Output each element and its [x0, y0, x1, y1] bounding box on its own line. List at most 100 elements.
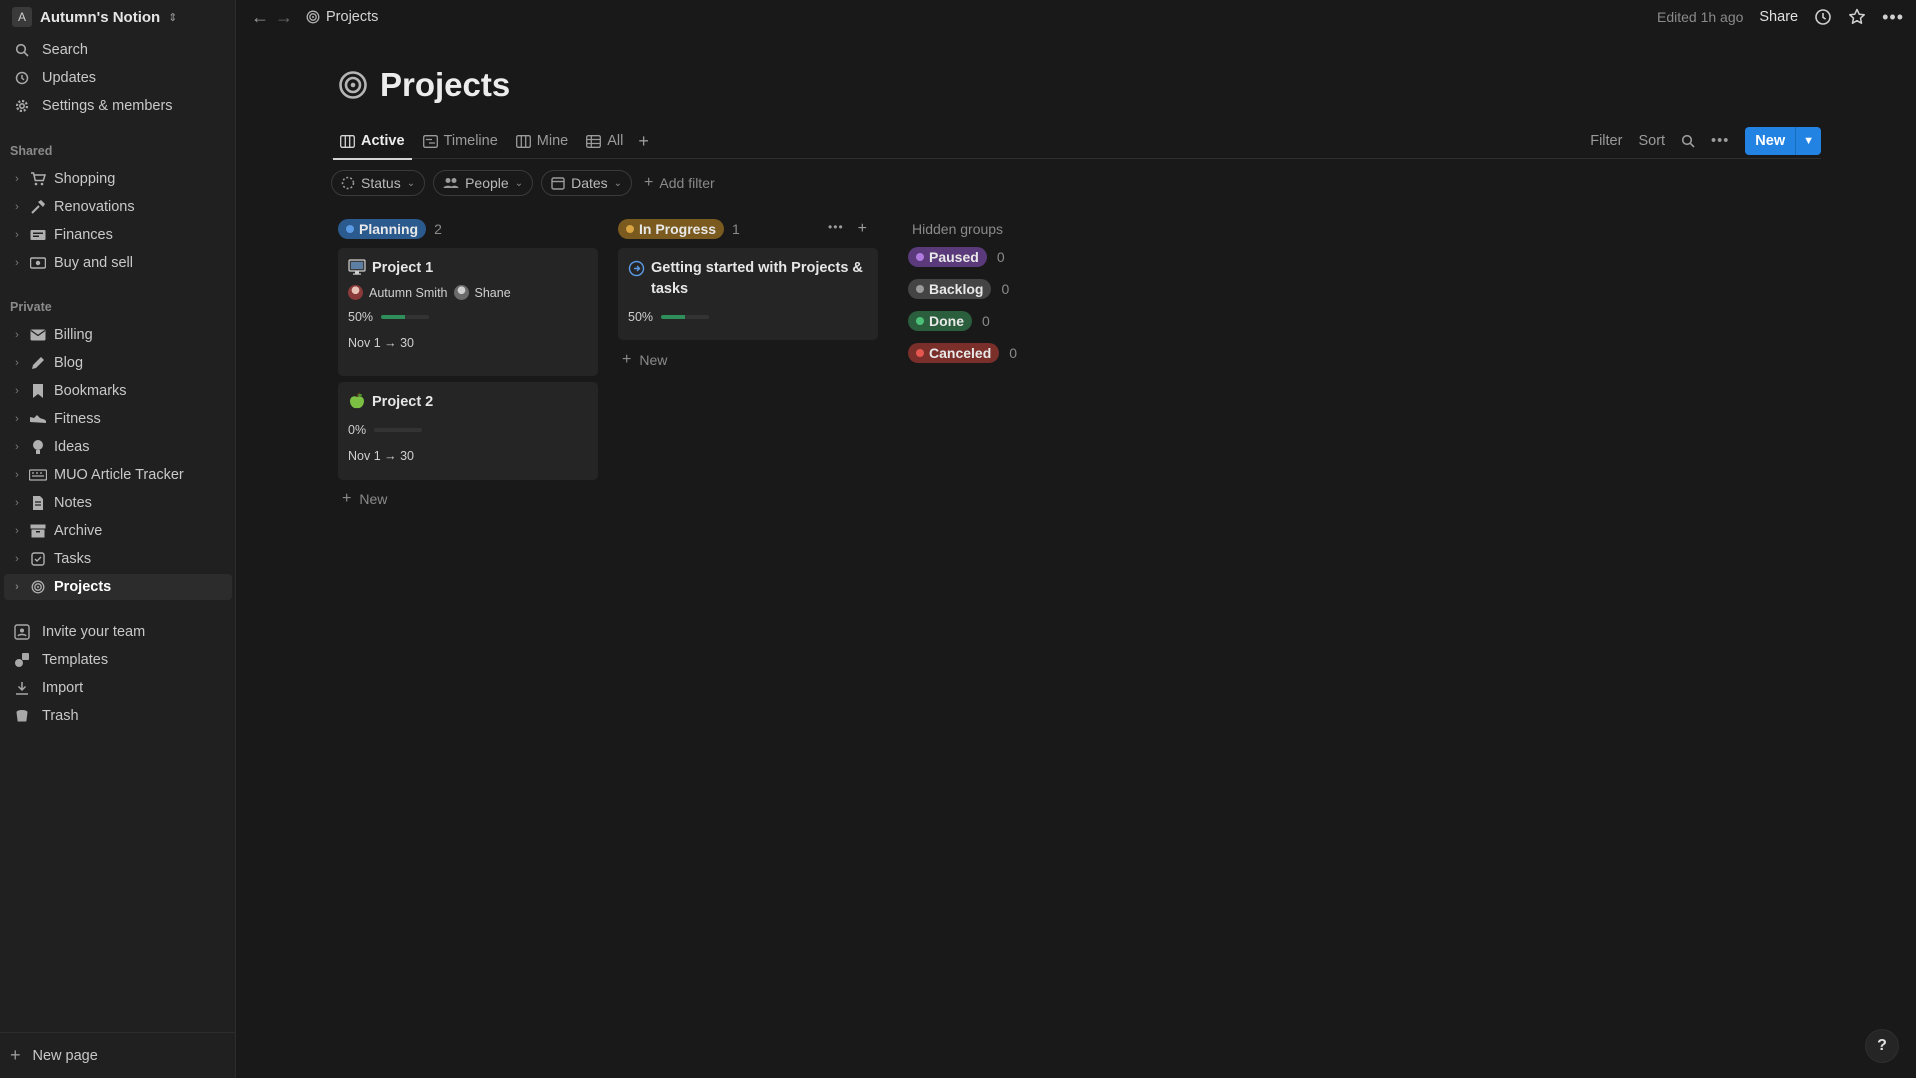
sidebar-item-buy-and-sell[interactable]: › Buy and sell — [4, 250, 232, 276]
forward-arrow-icon[interactable]: → — [272, 7, 296, 28]
filter-button[interactable]: Filter — [1590, 133, 1622, 149]
status-pill-paused[interactable]: Paused — [908, 247, 987, 267]
sidebar-settings[interactable]: Settings & members — [4, 93, 232, 119]
new-page-button[interactable]: + New page — [0, 1032, 236, 1078]
card-title: Project 2 — [372, 394, 434, 410]
tab-timeline[interactable]: Timeline — [414, 124, 507, 159]
new-button-label[interactable]: New — [1745, 127, 1796, 155]
sidebar-item-archive[interactable]: › Archive — [4, 518, 232, 544]
sidebar-item-label: Import — [42, 680, 84, 696]
status-pill-backlog[interactable]: Backlog — [908, 279, 992, 299]
sidebar-item-fitness[interactable]: › Fitness — [4, 406, 232, 432]
status-pill-done[interactable]: Done — [908, 311, 972, 331]
board-card[interactable]: Getting started with Projects & tasks 50… — [618, 248, 878, 340]
plus-icon[interactable]: + — [858, 220, 867, 238]
sidebar-item-bookmarks[interactable]: › Bookmarks — [4, 378, 232, 404]
add-filter-button[interactable]: + Add filter — [640, 174, 715, 192]
group-count: 0 — [1001, 281, 1010, 297]
new-card-button[interactable]: + New — [622, 351, 667, 369]
tab-all[interactable]: All — [577, 124, 632, 159]
chevron-right-icon[interactable]: › — [12, 441, 22, 453]
sidebar-templates[interactable]: Templates — [4, 647, 232, 673]
group-name: Backlog — [929, 281, 984, 297]
view-more-icon[interactable]: ••• — [1711, 133, 1729, 149]
sidebar: A Autumn's Notion ⇕ Search Updates Setti… — [0, 0, 236, 1078]
chevron-right-icon[interactable]: › — [12, 357, 22, 369]
status-pill-planning[interactable]: Planning — [338, 219, 427, 239]
chevron-down-icon: ⌄ — [406, 177, 416, 189]
back-arrow-icon[interactable]: ← — [248, 7, 272, 28]
chevron-right-icon[interactable]: › — [12, 257, 22, 269]
sidebar-item-projects[interactable]: › Projects — [4, 574, 232, 600]
chevron-right-icon[interactable]: › — [12, 413, 22, 425]
chevron-right-icon[interactable]: › — [12, 553, 22, 565]
star-icon[interactable] — [1848, 8, 1866, 26]
chevron-right-icon[interactable]: › — [12, 525, 22, 537]
sort-button[interactable]: Sort — [1638, 133, 1665, 149]
chevron-right-icon[interactable]: › — [12, 229, 22, 241]
chevron-right-icon[interactable]: › — [12, 385, 22, 397]
chevron-down-icon[interactable]: ▼ — [1795, 127, 1821, 155]
breadcrumb[interactable]: Projects — [306, 9, 378, 25]
gear-icon — [12, 97, 32, 115]
sidebar-item-blog[interactable]: › Blog — [4, 350, 232, 376]
status-dot — [626, 225, 634, 233]
chevron-right-icon[interactable]: › — [12, 173, 22, 185]
help-button[interactable]: ? — [1866, 1030, 1898, 1062]
new-item-button[interactable]: New ▼ — [1745, 127, 1821, 155]
sidebar-invite-team[interactable]: Invite your team — [4, 619, 232, 645]
sidebar-item-label: Projects — [54, 579, 112, 595]
target-icon[interactable] — [338, 70, 368, 100]
board-card[interactable]: Project 2 0% Nov 1 → 30 — [338, 382, 598, 480]
avatar — [453, 285, 469, 300]
sidebar-item-muo-article-tracker[interactable]: › MUO Article Tracker — [4, 462, 232, 488]
hidden-group-paused[interactable]: Paused 0 — [908, 241, 1068, 273]
status-pill-in-progress[interactable]: In Progress — [618, 219, 725, 239]
sidebar-item-finances[interactable]: › Finances — [4, 222, 232, 248]
chevron-right-icon[interactable]: › — [12, 201, 22, 213]
chevron-right-icon[interactable]: › — [12, 329, 22, 341]
workspace-switcher[interactable]: A Autumn's Notion ⇕ — [8, 5, 228, 29]
sidebar-item-shopping[interactable]: › Shopping — [4, 166, 232, 192]
chevron-right-icon[interactable]: › — [12, 581, 22, 593]
pencil-icon — [28, 354, 48, 372]
sidebar-search[interactable]: Search — [4, 37, 232, 63]
status-filter-chip[interactable]: Status ⌄ — [331, 170, 426, 196]
workspace-avatar: A — [12, 7, 32, 27]
search-icon[interactable] — [1681, 134, 1695, 148]
dates-filter-chip[interactable]: Dates ⌄ — [541, 170, 633, 196]
status-pill-canceled[interactable]: Canceled — [908, 343, 1000, 363]
chevron-right-icon[interactable]: › — [12, 497, 22, 509]
chevron-right-icon[interactable]: › — [12, 469, 22, 481]
sidebar-item-renovations[interactable]: › Renovations — [4, 194, 232, 220]
tab-label: All — [607, 133, 624, 149]
search-icon — [12, 41, 32, 59]
invite-icon — [12, 623, 32, 641]
sidebar-item-label: Blog — [54, 355, 84, 371]
sidebar-import[interactable]: Import — [4, 675, 232, 701]
more-icon[interactable]: ••• — [1882, 7, 1904, 28]
target-icon — [306, 10, 320, 24]
sidebar-item-tasks[interactable]: › Tasks — [4, 546, 232, 572]
sidebar-item-notes[interactable]: › Notes — [4, 490, 232, 516]
group-name: Canceled — [929, 345, 992, 361]
board-card[interactable]: Project 1 Autumn Smith Shane 50% Nov 1 →… — [338, 248, 598, 376]
page-title[interactable]: Projects — [380, 66, 510, 104]
people-filter-chip[interactable]: People ⌄ — [433, 170, 534, 196]
status-dot — [916, 349, 924, 357]
hidden-group-done[interactable]: Done 0 — [908, 305, 1068, 337]
add-view-button[interactable]: + — [632, 131, 655, 152]
hidden-group-backlog[interactable]: Backlog 0 — [908, 273, 1068, 305]
sidebar-item-billing[interactable]: › Billing — [4, 322, 232, 348]
sidebar-updates[interactable]: Updates — [4, 65, 232, 91]
hidden-group-canceled[interactable]: Canceled 0 — [908, 337, 1068, 369]
sidebar-item-label: Search — [42, 42, 88, 58]
tab-mine[interactable]: Mine — [507, 124, 577, 159]
history-clock-icon[interactable] — [1814, 8, 1832, 26]
share-button[interactable]: Share — [1759, 9, 1798, 25]
sidebar-trash[interactable]: Trash — [4, 703, 232, 729]
sidebar-item-ideas[interactable]: › Ideas — [4, 434, 232, 460]
tab-active[interactable]: Active — [331, 124, 414, 160]
new-card-button[interactable]: + New — [342, 490, 387, 508]
more-icon[interactable]: ••• — [828, 220, 844, 238]
